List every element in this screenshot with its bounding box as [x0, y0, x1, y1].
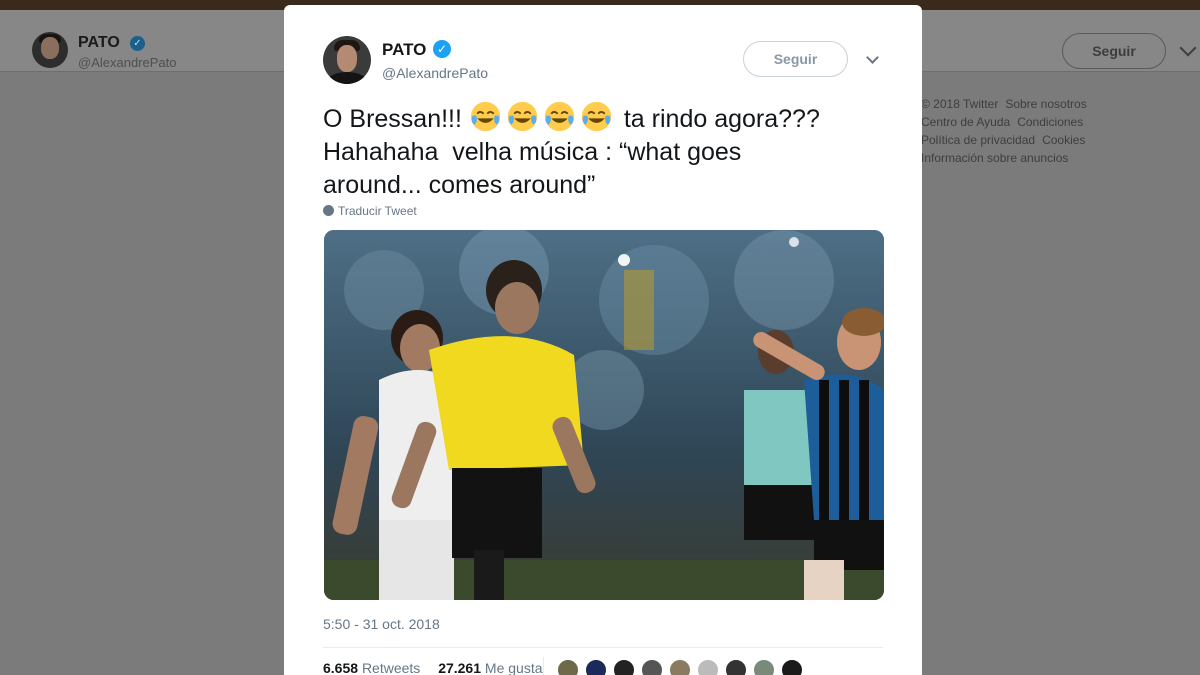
liker-avatar[interactable] [640, 658, 664, 675]
translate-tweet-link[interactable]: Traducir Tweet [323, 204, 417, 218]
background-chevron-down-icon[interactable] [1179, 39, 1197, 57]
chevron-down-icon[interactable] [866, 51, 879, 64]
follow-button[interactable]: Seguir [743, 41, 848, 77]
liker-avatar[interactable] [780, 658, 804, 675]
background-profile-handle: @AlexandrePato [78, 55, 177, 70]
author-handle[interactable]: @AlexandrePato [382, 65, 488, 81]
liker-avatar[interactable] [752, 658, 776, 675]
retweets-label: Retweets [361, 660, 421, 675]
author-avatar[interactable] [323, 36, 371, 84]
photo-illustration [324, 230, 884, 600]
tweet-text-line2: Hahahaha velha música : “what goes [323, 138, 742, 166]
liker-avatar[interactable] [724, 658, 748, 675]
likes-label: Me gusta [484, 660, 543, 675]
background-profile-name[interactable]: PATO [78, 34, 120, 52]
footer-link[interactable]: Política de privacidad [921, 133, 1035, 147]
likes-stat[interactable]: 27.261 Me gusta [438, 660, 542, 675]
footer-link[interactable]: Centro de Ayuda [921, 115, 1010, 129]
tweet-text-line1-end: ta rindo agora??? [623, 105, 820, 133]
retweets-count: 6.658 [323, 660, 359, 675]
tweet-text-line1-start: O Bressan!!! [323, 105, 462, 133]
footer-link[interactable]: © 2018 Twitter [921, 97, 998, 111]
liker-avatar[interactable] [584, 658, 608, 675]
footer-link[interactable]: Sobre nosotros [1005, 97, 1086, 111]
stats-divider [323, 647, 883, 648]
author-name[interactable]: PATO [382, 40, 426, 60]
liker-avatar[interactable] [668, 658, 692, 675]
translate-label: Traducir Tweet [338, 204, 417, 218]
face-with-tears-of-joy-icon [581, 101, 612, 132]
verified-badge-icon: ✓ [433, 40, 451, 58]
footer-link[interactable]: Condiciones [1017, 115, 1083, 129]
tweet-modal: PATO ✓ @AlexandrePato Seguir O Bressan!!… [284, 5, 922, 675]
footer-link[interactable]: Información sobre anuncios [921, 151, 1068, 165]
tweet-timestamp[interactable]: 5:50 - 31 oct. 2018 [323, 616, 440, 632]
retweets-stat[interactable]: 6.658 Retweets [323, 660, 420, 675]
tweet-text: O Bressan!!! ta rindo agora??? Hahahaha … [323, 100, 883, 202]
liker-avatar[interactable] [612, 658, 636, 675]
face-with-tears-of-joy-icon [544, 101, 575, 132]
liker-avatar[interactable] [556, 658, 580, 675]
likes-count: 27.261 [438, 660, 482, 675]
liker-avatar[interactable] [696, 658, 720, 675]
face-with-tears-of-joy-icon [507, 101, 538, 132]
background-verified-badge-icon: ✓ [130, 36, 145, 51]
background-footer-links: © 2018 Twitter Sobre nosotros Centro de A… [921, 95, 1101, 167]
tweet-text-line3: around... comes around” [323, 171, 596, 199]
background-follow-button[interactable]: Seguir [1062, 33, 1166, 69]
globe-icon [323, 205, 334, 216]
face-with-tears-of-joy-icon [470, 101, 501, 132]
footer-link[interactable]: Cookies [1042, 133, 1085, 147]
background-avatar[interactable] [32, 32, 68, 68]
tweet-photo[interactable] [324, 230, 884, 600]
stats-vertical-divider [543, 657, 544, 675]
tweet-stats: 6.658 Retweets 27.261 Me gusta [323, 660, 543, 675]
